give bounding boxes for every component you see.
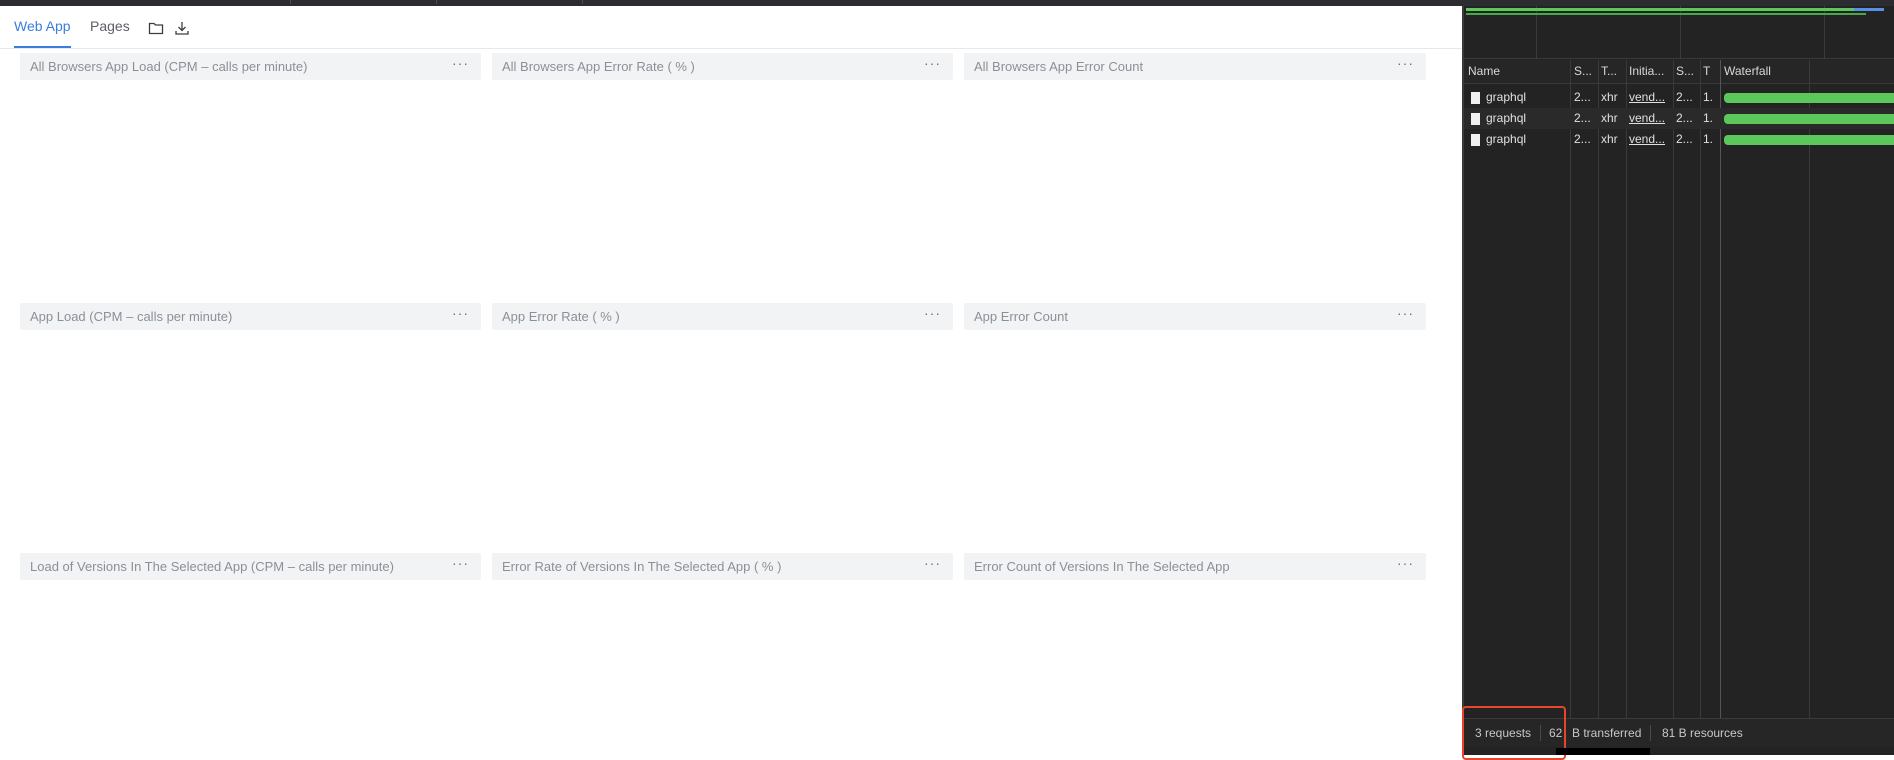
more-icon[interactable]: ··· — [1397, 55, 1414, 71]
requests-count: 3 requests — [1475, 726, 1532, 740]
more-icon[interactable]: ··· — [1397, 555, 1414, 571]
panel-title: All Browsers App Error Count — [974, 59, 1144, 74]
row-initiator[interactable]: vend... — [1629, 129, 1671, 150]
transferred-value: 62 — [1549, 726, 1563, 740]
network-table-header: Name S... T... Initia... S... T Waterfal… — [1464, 60, 1894, 84]
more-icon[interactable]: ··· — [924, 305, 941, 321]
row-name: graphql — [1486, 90, 1527, 104]
overview-bar — [1466, 8, 1866, 11]
overview-bar — [1854, 8, 1884, 11]
tab-bar: Web App Pages — [0, 6, 1462, 49]
row-size: 2... — [1676, 132, 1693, 146]
more-icon[interactable]: ··· — [452, 55, 469, 71]
table-row[interactable]: graphql 2... xhr vend... 2... 1. — [1464, 87, 1894, 108]
column-divider — [1626, 60, 1627, 724]
document-icon — [1471, 113, 1480, 125]
panel-error-rate-of-versions: Error Rate of Versions In The Selected A… — [492, 553, 953, 580]
tab-pages[interactable]: Pages — [90, 18, 130, 34]
bottom-dark-strip — [1556, 748, 1650, 755]
tab-web-app[interactable]: Web App — [14, 18, 71, 48]
column-divider — [1570, 60, 1571, 724]
more-icon[interactable]: ··· — [1397, 305, 1414, 321]
column-size[interactable]: S... — [1676, 60, 1698, 83]
transferred-label: B transferred — [1572, 726, 1642, 740]
column-status[interactable]: S... — [1574, 60, 1596, 83]
overview-bar — [1466, 13, 1866, 15]
web-app-pane: Web App Pages All Browsers App Load (CPM… — [0, 6, 1462, 755]
panel-title: App Error Count — [974, 309, 1068, 324]
resources-size: 81 B resources — [1662, 726, 1743, 740]
row-type: xhr — [1601, 90, 1618, 104]
status-separator — [1540, 725, 1541, 741]
row-type: xhr — [1601, 111, 1618, 125]
row-name: graphql — [1486, 111, 1527, 125]
panel-all-browsers-app-load: All Browsers App Load (CPM – calls per m… — [20, 53, 481, 80]
panel-app-error-count: App Error Count ··· — [964, 303, 1426, 330]
column-divider — [1598, 60, 1599, 724]
column-time[interactable]: T — [1703, 60, 1717, 83]
row-status: 2... — [1574, 90, 1591, 104]
panel-title: Error Count of Versions In The Selected … — [974, 559, 1230, 574]
row-initiator[interactable]: vend... — [1629, 87, 1671, 108]
panel-title: All Browsers App Error Rate ( % ) — [502, 59, 695, 74]
strip-separator — [436, 0, 437, 4]
column-waterfall[interactable]: Waterfall — [1724, 60, 1844, 83]
row-size: 2... — [1676, 90, 1693, 104]
row-status: 2... — [1574, 111, 1591, 125]
panel-all-browsers-app-error-rate: All Browsers App Error Rate ( % ) ··· — [492, 53, 953, 80]
column-type[interactable]: T... — [1601, 60, 1623, 83]
table-row[interactable]: graphql 2... xhr vend... 2... 1. — [1464, 108, 1894, 129]
row-time: 1. — [1703, 90, 1714, 104]
row-time: 1. — [1703, 111, 1714, 125]
strip-separator — [290, 0, 291, 4]
status-separator — [1564, 725, 1565, 741]
row-name: graphql — [1486, 132, 1527, 146]
panel-title: All Browsers App Load (CPM – calls per m… — [30, 59, 308, 74]
panel-title: App Error Rate ( % ) — [502, 309, 620, 324]
waterfall-bar — [1724, 135, 1894, 145]
more-icon[interactable]: ··· — [452, 555, 469, 571]
panel-error-count-of-versions: Error Count of Versions In The Selected … — [964, 553, 1426, 580]
table-row[interactable]: graphql 2... xhr vend... 2... 1. — [1464, 129, 1894, 150]
devtools-network-panel: Name S... T... Initia... S... T Waterfal… — [1462, 6, 1894, 755]
more-icon[interactable]: ··· — [924, 555, 941, 571]
panel-app-error-rate: App Error Rate ( % ) ··· — [492, 303, 953, 330]
network-status-bar: 3 requests 62 B transferred 81 B resourc… — [1464, 718, 1894, 747]
panel-app-load: App Load (CPM – calls per minute) ··· — [20, 303, 481, 330]
column-name[interactable]: Name — [1468, 60, 1568, 83]
column-divider — [1700, 60, 1701, 724]
document-icon — [1471, 92, 1480, 104]
column-divider — [1720, 60, 1721, 724]
panel-load-of-versions: Load of Versions In The Selected App (CP… — [20, 553, 481, 580]
strip-separator — [582, 0, 583, 4]
row-type: xhr — [1601, 132, 1618, 146]
waterfall-gridline — [1809, 60, 1810, 724]
more-icon[interactable]: ··· — [924, 55, 941, 71]
status-separator — [1650, 725, 1651, 741]
row-initiator[interactable]: vend... — [1629, 108, 1671, 129]
row-size: 2... — [1676, 111, 1693, 125]
folder-icon[interactable] — [148, 20, 164, 36]
row-status: 2... — [1574, 132, 1591, 146]
waterfall-bar — [1724, 114, 1894, 124]
network-overview[interactable] — [1464, 6, 1894, 59]
column-initiator[interactable]: Initia... — [1629, 60, 1671, 83]
download-icon[interactable] — [174, 20, 190, 36]
panel-title: App Load (CPM – calls per minute) — [30, 309, 233, 324]
panel-all-browsers-app-error-count: All Browsers App Error Count ··· — [964, 53, 1426, 80]
column-divider — [1673, 60, 1674, 724]
row-time: 1. — [1703, 132, 1714, 146]
panel-title: Load of Versions In The Selected App (CP… — [30, 559, 394, 574]
document-icon — [1471, 134, 1480, 146]
more-icon[interactable]: ··· — [452, 305, 469, 321]
panel-title: Error Rate of Versions In The Selected A… — [502, 559, 782, 574]
waterfall-bar — [1724, 93, 1894, 103]
